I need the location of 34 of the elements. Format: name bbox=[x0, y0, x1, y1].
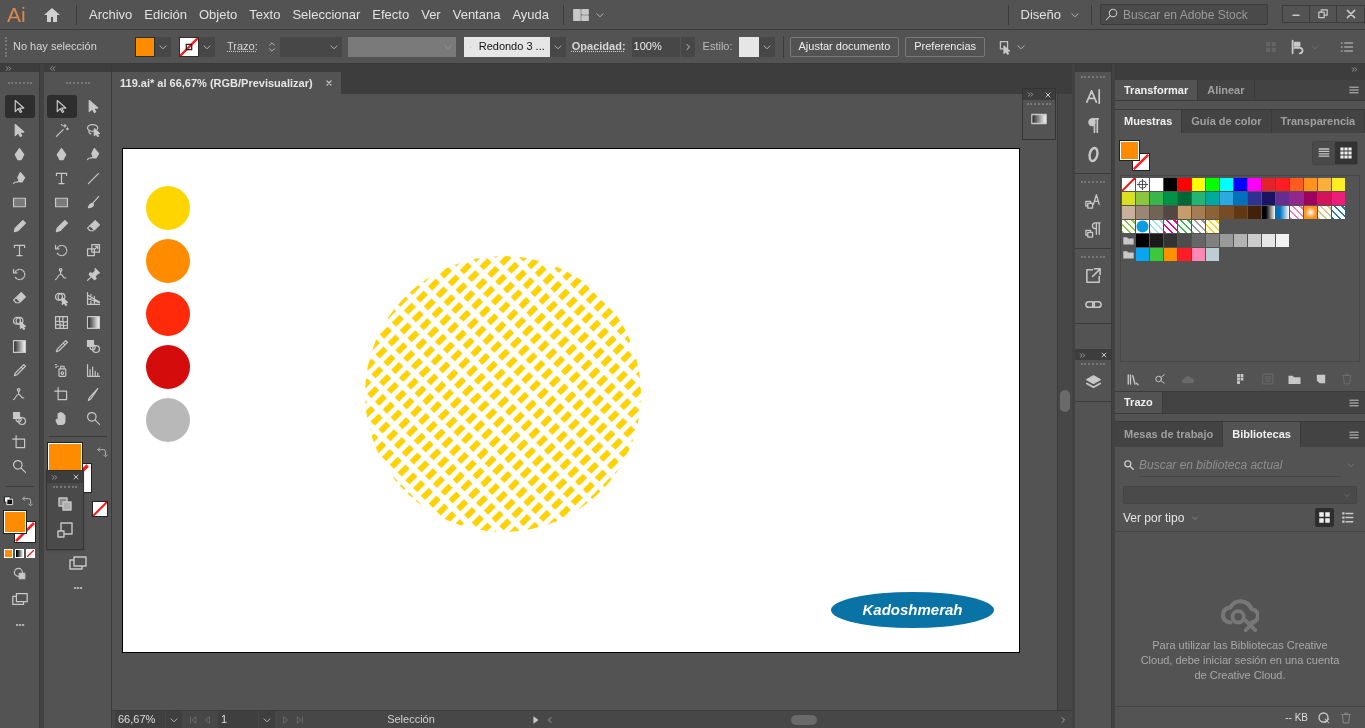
menu-item[interactable]: Ventana bbox=[446, 0, 507, 29]
menu-item[interactable]: Edición bbox=[138, 0, 193, 29]
app-logo: Ai bbox=[6, 4, 27, 25]
current-tool-label: Selección bbox=[386, 712, 436, 728]
zoom-field[interactable]: 66,67% bbox=[115, 711, 165, 728]
menu-item[interactable]: Objeto bbox=[193, 0, 244, 29]
menu-item[interactable]: Ayuda bbox=[506, 0, 556, 29]
toolbar-button[interactable]: Ajustar documento bbox=[789, 36, 900, 57]
library-message: Para utilizar las Bibliotecas Creative Cloud, debe iniciar sesión en una cuenta de Creative Cloud. bbox=[1140, 637, 1340, 683]
menu-item[interactable]: Archivo bbox=[83, 0, 139, 29]
artboard-number-field[interactable]: 1 bbox=[218, 711, 258, 728]
view-by-type-dropdown[interactable]: Ver por tipo bbox=[1123, 508, 1201, 527]
document-title: 119.ai* al 66,67% (RGB/Previsualizar) bbox=[120, 75, 313, 91]
stock-search-field[interactable]: Buscar en Adobe Stock bbox=[1100, 4, 1268, 25]
opacity-label: Opacidad: bbox=[571, 39, 626, 55]
menu-item[interactable]: Ver bbox=[415, 0, 447, 29]
panel-tab[interactable]: Trazo bbox=[1115, 392, 1163, 413]
panel-tab[interactable]: Bibliotecas bbox=[1223, 422, 1301, 447]
logo-badge: Kadoshmerah bbox=[831, 592, 994, 628]
menu-item[interactable]: Texto bbox=[243, 0, 287, 29]
workspace-switcher[interactable]: Diseño bbox=[1020, 0, 1081, 29]
panel-tab[interactable]: Muestras bbox=[1115, 110, 1183, 133]
menu-item[interactable]: Efecto bbox=[366, 0, 416, 29]
document-tab[interactable]: 119.ai* al 66,67% (RGB/Previsualizar) bbox=[112, 72, 341, 94]
brush-definition-dropdown[interactable]: Redondo 3 ... bbox=[463, 36, 550, 57]
style-label: Estilo: bbox=[702, 39, 733, 55]
stroke-label: Trazo: bbox=[227, 39, 258, 55]
toolbar-button[interactable]: Preferencias bbox=[905, 36, 985, 57]
opacity-field[interactable]: 100% bbox=[631, 36, 680, 57]
selection-status: No hay selección bbox=[12, 39, 98, 55]
panel-tab[interactable]: Transformar bbox=[1115, 80, 1199, 100]
library-search-field[interactable]: Buscar en biblioteca actual bbox=[1139, 453, 1341, 477]
library-size: -- KB bbox=[1285, 711, 1308, 725]
menu-item[interactable]: Seleccionar bbox=[286, 0, 367, 29]
